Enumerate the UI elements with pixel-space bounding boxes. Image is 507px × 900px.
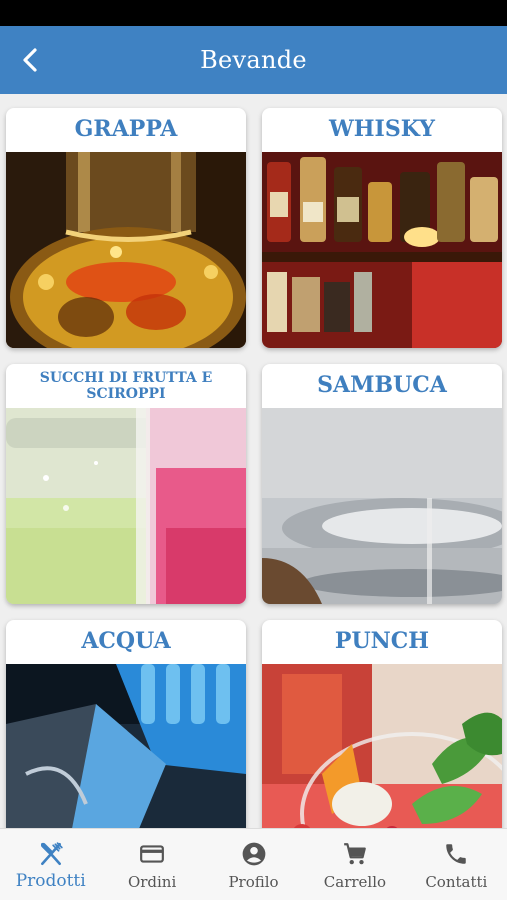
category-card-sambuca[interactable]: SAMBUCA <box>262 364 502 604</box>
cart-icon <box>341 840 369 868</box>
nav-label: Ordini <box>127 873 177 891</box>
account-icon <box>240 840 268 868</box>
fork-knife-icon <box>37 840 65 868</box>
category-title: ACQUA <box>81 628 171 655</box>
juice-photo <box>6 408 246 604</box>
nav-label: Prodotti <box>15 871 86 891</box>
nav-item-carrello[interactable]: Carrello <box>304 829 405 900</box>
back-arrow-icon[interactable] <box>14 44 46 76</box>
credit-card-icon <box>138 840 166 868</box>
nav-item-profilo[interactable]: Profilo <box>203 829 304 900</box>
category-card-succhi[interactable]: SUCCHI DI FRUTTA E SCIROPPI <box>6 364 246 604</box>
category-card-acqua[interactable]: ACQUA <box>6 620 246 828</box>
whisky-photo <box>262 152 502 348</box>
page-title: Bevande <box>200 46 307 74</box>
category-title: PUNCH <box>334 628 430 655</box>
category-title: SUCCHI DI FRUTTA E SCIROPPI <box>39 369 213 402</box>
category-title: SAMBUCA <box>317 372 447 399</box>
grappa-photo <box>6 152 246 348</box>
category-grid: GRAPPA WHISKY SUCCHI DI FRUTTA E SCIROPP… <box>0 94 507 828</box>
bottom-nav: Prodotti Ordini Profilo Carrello Contatt… <box>0 828 507 900</box>
nav-item-prodotti[interactable]: Prodotti <box>0 829 101 900</box>
category-card-whisky[interactable]: WHISKY <box>262 108 502 348</box>
phone-icon <box>442 840 470 868</box>
status-bar <box>0 0 507 26</box>
nav-label: Contatti <box>425 873 488 891</box>
nav-item-contatti[interactable]: Contatti <box>406 829 507 900</box>
category-title: WHISKY <box>329 116 435 143</box>
nav-label: Carrello <box>323 873 387 891</box>
punch-photo <box>262 664 502 828</box>
water-photo <box>6 664 246 828</box>
sambuca-photo <box>262 408 502 604</box>
nav-label: Profilo <box>228 873 279 891</box>
category-title: GRAPPA <box>74 116 178 143</box>
nav-item-ordini[interactable]: Ordini <box>101 829 202 900</box>
category-card-punch[interactable]: PUNCH <box>262 620 502 828</box>
category-card-grappa[interactable]: GRAPPA <box>6 108 246 348</box>
app-bar: Bevande <box>0 26 507 94</box>
